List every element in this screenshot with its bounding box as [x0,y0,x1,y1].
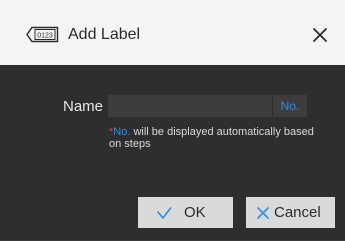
x-icon [257,207,269,219]
name-input[interactable] [108,95,272,117]
check-icon [156,207,172,219]
label-icon-text: 0123 [37,33,53,40]
dialog-titlebar: 0123 Add Label [0,0,345,65]
number-hint: *No. will be displayed automatically bas… [109,126,319,150]
cancel-button[interactable]: Cancel [246,197,335,228]
name-label: Name [63,98,104,115]
ok-button[interactable]: OK [138,197,233,228]
cancel-button-label: Cancel [274,204,321,221]
ok-button-label: OK [184,204,206,221]
hint-text: will be displayed automatically based on… [109,126,314,150]
close-icon[interactable] [309,24,331,46]
hint-number-tag: No. [113,126,131,138]
label-icon: 0123 [26,26,59,43]
add-label-dialog: 0123 Add Label Name No. *No. will be dis… [0,0,345,241]
dialog-title: Add Label [68,26,141,43]
number-tag: No. [273,95,307,117]
